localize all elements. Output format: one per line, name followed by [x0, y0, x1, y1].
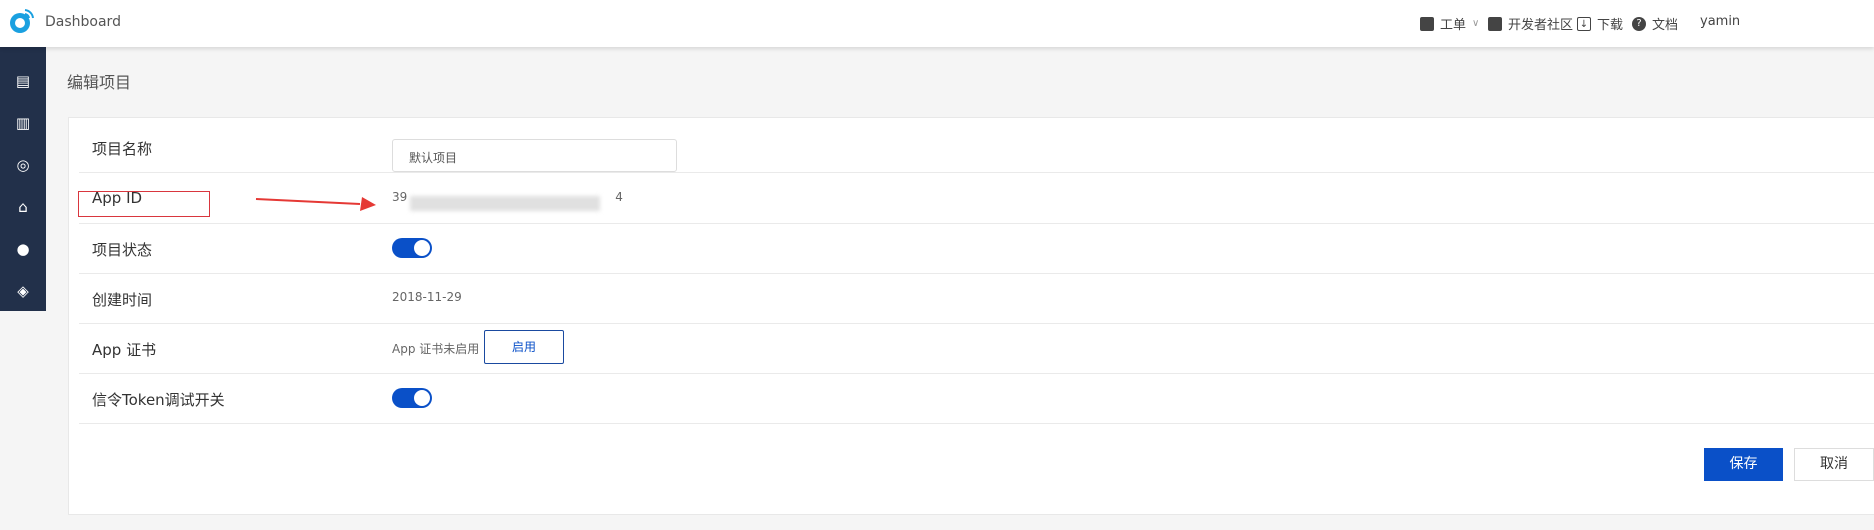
project-list-icon[interactable]: ▤: [13, 71, 33, 91]
field-label: 创建时间: [92, 291, 153, 309]
nav-label: 工单: [1440, 18, 1467, 33]
row-status: 项目状态: [79, 224, 1874, 274]
field-label: 项目名称: [92, 140, 153, 158]
nav-docs[interactable]: ? 文档: [1632, 14, 1678, 33]
created-date: 2018-11-29: [392, 290, 462, 304]
user-menu[interactable]: yamin: [1700, 14, 1740, 29]
sidebar: ▤ ▥ ◎ ⌂ ● ◈: [0, 47, 46, 311]
field-label: 信令Token调试开关: [92, 391, 225, 409]
help-icon: ?: [1632, 16, 1646, 31]
dashboard-gauge-icon[interactable]: ◎: [13, 155, 33, 175]
row-created: 创建时间 2018-11-29: [79, 274, 1874, 324]
nav-label: 文档: [1652, 18, 1679, 33]
save-button[interactable]: 保存: [1704, 448, 1783, 481]
layers-icon[interactable]: ◈: [13, 281, 33, 301]
row-token-debug: 信令Token调试开关: [79, 374, 1874, 424]
app-id-suffix: 4: [615, 190, 623, 204]
logo-icon[interactable]: [7, 6, 37, 36]
row-project-name: 项目名称 默认项目: [79, 118, 1874, 173]
token-debug-toggle[interactable]: [392, 388, 432, 408]
analytics-icon[interactable]: ▥: [13, 113, 33, 133]
edit-project-form: 项目名称 默认项目 App ID 39 4 项目状态 创建时间 2018-11-2…: [68, 117, 1874, 515]
app-id-prefix: 39: [392, 190, 408, 204]
user-icon[interactable]: ●: [13, 239, 33, 259]
nav-ticket[interactable]: 工单 ∨: [1420, 14, 1479, 33]
nav-label: 开发者社区: [1508, 18, 1574, 33]
project-status-toggle[interactable]: [392, 238, 432, 258]
project-name-input[interactable]: 默认项目: [392, 139, 677, 172]
certificate-status: App 证书未启用: [392, 342, 480, 356]
page-title: 编辑项目: [67, 73, 132, 92]
cancel-button[interactable]: 取消: [1794, 448, 1874, 481]
ticket-icon: [1420, 16, 1434, 31]
field-label: App 证书: [92, 341, 157, 359]
nav-download[interactable]: ↓ 下载: [1577, 14, 1623, 33]
community-icon: [1488, 16, 1502, 31]
nav-label: 下载: [1597, 18, 1624, 33]
annotation-arrow-icon: [255, 197, 376, 211]
nav-community[interactable]: 开发者社区: [1488, 14, 1573, 33]
username: yamin: [1700, 14, 1741, 29]
top-header: Dashboard 工单 ∨ 开发者社区 ↓ 下载 ? 文档 yamin: [0, 0, 1874, 47]
row-certificate: App 证书 App 证书未启用 启用: [79, 324, 1874, 374]
brand-title[interactable]: Dashboard: [45, 14, 121, 30]
chevron-down-icon: ∨: [1472, 18, 1480, 29]
billing-icon[interactable]: ⌂: [13, 197, 33, 217]
download-icon: ↓: [1577, 16, 1591, 31]
annotation-box: [78, 191, 210, 217]
redaction-blur: [410, 196, 600, 211]
enable-certificate-button[interactable]: 启用: [484, 330, 564, 364]
field-label: 项目状态: [92, 241, 153, 259]
